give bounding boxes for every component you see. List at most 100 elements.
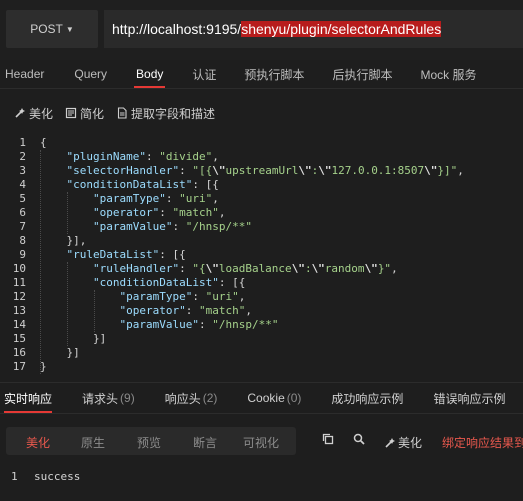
line-number: 9 <box>19 248 26 261</box>
code-line: 3 "selectorHandler": "[{\"upstreamUrl\":… <box>0 164 523 178</box>
tab-request-headers[interactable]: 请求头 (9) <box>82 383 135 413</box>
tab-mock[interactable]: Mock 服务 <box>420 60 476 88</box>
simplify-label: 简化 <box>80 106 105 121</box>
code-line: 13 "operator": "match", <box>0 304 523 318</box>
code-line: 4 "conditionDataList": [{ <box>0 178 523 192</box>
tab-label: 实时响应 <box>4 391 53 406</box>
line-number: 8 <box>19 234 26 247</box>
line-number: 13 <box>12 304 26 317</box>
extract-label: 提取字段和描述 <box>131 106 216 121</box>
code-text: "conditionDataList": [{ <box>66 178 219 191</box>
url-path-highlight: shenyu/plugin/selectorAndRules <box>241 21 442 37</box>
line-number: 12 <box>12 290 26 303</box>
code-line: 10 "ruleHandler": "{\"loadBalance\":\"ra… <box>0 262 523 276</box>
code-line: 12 "paramType": "uri", <box>0 290 523 304</box>
copy-icon[interactable] <box>322 433 334 445</box>
code-text: } <box>40 360 47 373</box>
code-text: "paramValue": "/hnsp/**" <box>92 220 252 233</box>
tab-post-script[interactable]: 后执行脚本 <box>332 60 392 88</box>
code-line: 16 }] <box>0 346 523 360</box>
line-number: 2 <box>19 150 26 163</box>
extract-button[interactable]: 提取字段和描述 <box>116 105 215 122</box>
tab-cookie[interactable]: Cookie (0) <box>247 383 301 413</box>
code-text: "ruleHandler": "{\"loadBalance\":\"rando… <box>92 262 398 275</box>
code-text: }], <box>40 234 87 247</box>
tab-count: (0) <box>286 391 302 405</box>
line-number: 6 <box>19 206 26 219</box>
code-line: 2 "pluginName": "divide", <box>0 150 523 164</box>
line-number: 14 <box>12 318 26 331</box>
bind-response-link[interactable]: 绑定响应结果到 <box>442 434 523 451</box>
code-text: "selectorHandler": "[{\"upstreamUrl\":\"… <box>66 164 464 177</box>
simplify-icon <box>65 107 77 119</box>
code-text: "operator": "match", <box>92 206 226 219</box>
view-option-visualize[interactable]: 可视化 <box>243 434 279 451</box>
tab-label: 响应头 <box>164 391 201 406</box>
code-line: 17} <box>0 360 523 374</box>
code-text: "paramValue": "/hnsp/**" <box>119 318 279 331</box>
code-text: "paramType": "uri", <box>92 192 219 205</box>
view-option-pretty[interactable]: 美化 <box>26 434 50 451</box>
tab-label: Cookie <box>247 391 285 405</box>
view-option-preview[interactable]: 预览 <box>137 434 161 451</box>
code-line: 1{ <box>0 136 523 150</box>
simplify-button[interactable]: 简化 <box>65 105 104 122</box>
view-mode-segment: 美化 原生 预览 断言 可视化 <box>6 427 296 455</box>
beautify-label: 美化 <box>29 106 54 121</box>
tab-query[interactable]: Query <box>74 60 107 88</box>
tab-label: 错误响应示例 <box>433 391 506 406</box>
url-bar: POST ▼ http://localhost:9195/shenyu/plug… <box>0 0 523 60</box>
method-label: POST <box>30 22 63 36</box>
code-line: 8 }], <box>0 234 523 248</box>
body-toolbar: 美化 简化 提取字段和描述 <box>0 98 215 128</box>
line-number: 11 <box>12 276 26 289</box>
line-number: 5 <box>19 192 26 205</box>
tab-success-example[interactable]: 成功响应示例 <box>331 383 403 413</box>
tab-pre-script[interactable]: 预执行脚本 <box>244 60 304 88</box>
line-number: 1 <box>11 470 18 483</box>
tab-error-example[interactable]: 错误响应示例 <box>433 383 505 413</box>
code-line: 5 "paramType": "uri", <box>0 192 523 206</box>
tab-body[interactable]: Body <box>134 60 166 88</box>
url-input[interactable]: http://localhost:9195/shenyu/plugin/sele… <box>104 10 523 48</box>
code-line: 11 "conditionDataList": [{ <box>0 276 523 290</box>
code-line: 7 "paramValue": "/hnsp/**" <box>0 220 523 234</box>
line-number: 7 <box>19 220 26 233</box>
code-text: "paramType": "uri", <box>119 290 246 303</box>
line-number: 10 <box>12 262 26 275</box>
response-body[interactable]: 1 success <box>0 466 523 488</box>
response-tabs: 实时响应 请求头 (9) 响应头 (2) Cookie (0) 成功响应示例 错误响应… <box>0 382 523 414</box>
tab-count: (2) <box>202 391 218 405</box>
code-text: "ruleDataList": [{ <box>66 248 186 261</box>
body-editor[interactable]: 1{ 2 "pluginName": "divide", 3 "selector… <box>0 136 523 376</box>
tab-header[interactable]: Header <box>5 60 44 88</box>
code-text: }] <box>40 346 80 359</box>
code-text: "conditionDataList": [{ <box>92 276 246 289</box>
url-prefix: http://localhost:9195/ <box>112 21 242 37</box>
beautify-icon <box>385 437 395 448</box>
response-beautify-button[interactable]: 美化 <box>384 434 422 451</box>
tab-realtime-response[interactable]: 实时响应 <box>4 383 53 413</box>
line-number: 3 <box>19 164 26 177</box>
tab-label: 成功响应示例 <box>331 391 404 406</box>
code-line: 9 "ruleDataList": [{ <box>0 248 523 262</box>
line-number: 1 <box>19 136 26 149</box>
view-option-raw[interactable]: 原生 <box>81 434 105 451</box>
line-number: 15 <box>12 332 26 345</box>
beautify-button[interactable]: 美化 <box>14 105 53 122</box>
response-text: success <box>34 470 81 483</box>
method-select[interactable]: POST ▼ <box>6 10 98 48</box>
tab-label: 请求头 <box>82 391 119 406</box>
tab-auth[interactable]: 认证 <box>192 60 216 88</box>
beautify-icon <box>15 108 25 118</box>
code-line: 15 }] <box>0 332 523 346</box>
view-option-assert[interactable]: 断言 <box>193 434 217 451</box>
response-view-bar: 美化 原生 预览 断言 可视化 美化 绑定响应结果到 <box>0 424 523 458</box>
line-number: 4 <box>19 178 26 191</box>
response-beautify-label: 美化 <box>398 436 423 450</box>
search-icon[interactable] <box>353 433 365 445</box>
code-text: { <box>40 136 47 149</box>
tab-response-headers[interactable]: 响应头 (2) <box>165 383 218 413</box>
code-line: 14 "paramValue": "/hnsp/**" <box>0 318 523 332</box>
code-text: "pluginName": "divide", <box>66 150 219 163</box>
